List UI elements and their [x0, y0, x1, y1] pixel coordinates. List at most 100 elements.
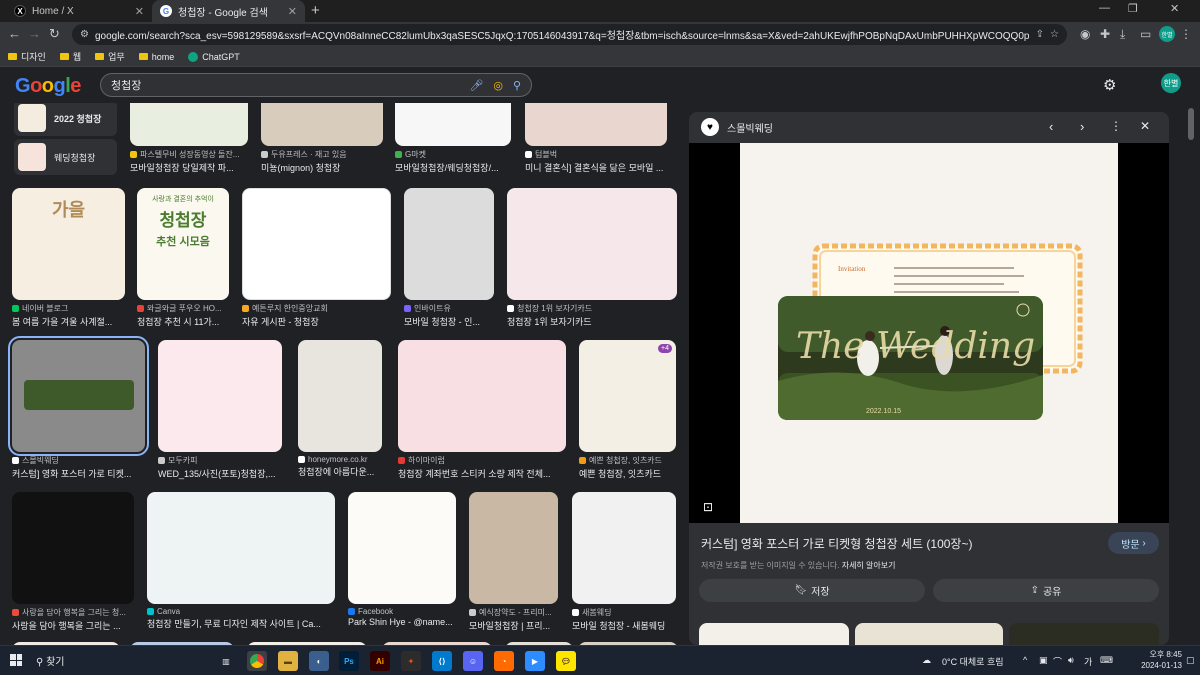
result-title: 모바일청첩장/웨딩청첩장/...: [395, 163, 499, 173]
photos-app-icon[interactable]: ◐: [309, 651, 329, 671]
next-image-icon[interactable]: ›: [1080, 119, 1084, 134]
preview-title[interactable]: 커스텀] 영화 포스터 가로 티켓형 청첩장 세트 (100장~): [701, 535, 972, 552]
image-result[interactable]: 모두카피 WED_135/사진(포토)청첩장,...: [158, 340, 282, 480]
download-icon[interactable]: ⤓: [1120, 27, 1125, 42]
image-result[interactable]: 예식장약도 - 프리미... 모바일청첩장 | 프리...: [469, 492, 558, 632]
lens-icon[interactable]: ◎: [493, 79, 503, 92]
weather-text[interactable]: 0°C 대체로 흐림: [942, 655, 1004, 668]
learn-more-link[interactable]: 자세히 알아보기: [842, 561, 896, 570]
result-title: 예쁜 청첩장, 잇츠카드: [579, 469, 662, 479]
taskbar-search[interactable]: ⚲ 찾기: [36, 653, 65, 668]
sidepanel-icon[interactable]: ▭: [1140, 27, 1151, 41]
minimize-icon[interactable]: —: [1099, 2, 1110, 14]
image-result[interactable]: 두유프레스 · 재고 있음 미뇽(mignon) 청첩장: [261, 103, 383, 174]
close-tab-icon[interactable]: ✕: [288, 5, 297, 18]
vscode-icon[interactable]: ⟨⟩: [432, 651, 452, 671]
discord-icon[interactable]: ☺: [463, 651, 483, 671]
preview-image[interactable]: Invitation The Wedding 2022.10.15 ⊡: [689, 143, 1169, 523]
bookmark-folder[interactable]: 디자인: [8, 50, 46, 63]
image-result-selected[interactable]: 스몰빅웨딩 커스텀] 영화 포스터 가로 티켓...: [8, 336, 149, 480]
image-result[interactable]: 인바이트유 모바일 청첩장 - 인...: [404, 188, 494, 328]
tab-google-search[interactable]: G 청첩장 - Google 검색 ✕: [152, 0, 305, 22]
image-result[interactable]: 파스텔무비 성장동영상 돌잔... 모바일청첩장 당일제작 파...: [130, 103, 248, 174]
chrome-menu-icon[interactable]: ⋮: [1180, 27, 1192, 41]
image-result[interactable]: 사랑과 결혼의 추억이 청첩장 추천 시모음 와글와글 푸우오 HO... 청첩…: [137, 188, 229, 328]
image-result[interactable]: 사랑을 담아 행복을 그리는 청... 사랑을 담아 행복을 그리는 ...: [12, 492, 134, 632]
related-image-thumb[interactable]: [699, 623, 849, 645]
previous-image-icon[interactable]: ‹: [1049, 119, 1053, 134]
image-result[interactable]: Facebook Park Shin Hye - @name...: [348, 492, 456, 627]
visit-button[interactable]: 방문 ›: [1108, 532, 1159, 554]
image-result[interactable]: 하이마이럽 청첩장 계좌번호 스티커 소량 제작 전체...: [398, 340, 566, 480]
related-search-chip[interactable]: 2022 청첩장: [14, 103, 117, 136]
reload-icon[interactable]: ↻: [49, 26, 60, 42]
page-scrollbar[interactable]: [1188, 103, 1194, 643]
browser-app-icon[interactable]: ◔: [494, 651, 514, 671]
close-window-icon[interactable]: ✕: [1170, 2, 1179, 15]
profile-avatar[interactable]: 한별: [1159, 26, 1175, 42]
ime-mode-icon[interactable]: ⌨: [1100, 655, 1113, 666]
kakaotalk-icon[interactable]: 💬︎: [556, 651, 576, 671]
share-button[interactable]: ⇪ 공유: [933, 579, 1159, 602]
close-tab-icon[interactable]: ✕: [135, 5, 144, 18]
bookmark-folder[interactable]: 업무: [95, 50, 125, 63]
related-image-thumb[interactable]: [1009, 623, 1159, 645]
address-bar[interactable]: ⚙ google.com/search?sca_esv=598129589&sx…: [72, 24, 1067, 45]
site-info-icon[interactable]: ⚙: [80, 29, 89, 40]
save-button[interactable]: 🔖︎ 저장: [699, 579, 925, 602]
result-source: Facebook: [358, 607, 394, 616]
bookmark-folder[interactable]: 웹: [59, 50, 81, 63]
bookmark-star-icon[interactable]: ☆: [1050, 29, 1059, 40]
preview-site-name[interactable]: 스몰빅웨딩: [727, 120, 773, 135]
image-result[interactable]: 청첩장 1위 보자기카드 청첩장 1위 보자기카드: [507, 188, 677, 328]
related-search-chip[interactable]: 웨딩청첩장: [14, 139, 117, 175]
more-options-icon[interactable]: ⋮: [1110, 119, 1122, 133]
taskbar-clock[interactable]: 오후 8:45 2024-01-13: [1128, 649, 1182, 671]
forward-icon[interactable]: →: [28, 26, 41, 41]
camera-icon[interactable]: ◉: [1080, 27, 1090, 41]
weather-icon[interactable]: ☁: [922, 655, 931, 666]
clock-date: 2024-01-13: [1141, 661, 1182, 670]
settings-gear-icon[interactable]: ⚙: [1103, 76, 1116, 94]
restore-icon[interactable]: ❐: [1128, 2, 1138, 15]
chrome-app-icon[interactable]: [247, 651, 267, 671]
search-input[interactable]: [111, 79, 460, 91]
file-explorer-icon[interactable]: ▬: [278, 651, 298, 671]
image-result[interactable]: +4 예쁜 청첩장, 잇츠카드 예쁜 청첩장, 잇츠카드: [579, 340, 676, 480]
zoom-icon[interactable]: ▶: [525, 651, 545, 671]
lens-search-icon[interactable]: ⊡: [703, 500, 713, 514]
extensions-icon[interactable]: ✚: [1100, 27, 1110, 41]
image-result[interactable]: Canva 청첩장 만들기, 무료 디자인 제작 사이트 | Ca...: [147, 492, 335, 630]
bookmark-chatgpt[interactable]: ChatGPT: [188, 51, 240, 62]
windows-start-icon[interactable]: [10, 654, 22, 666]
new-tab-icon[interactable]: +: [311, 2, 320, 19]
account-avatar[interactable]: 한별: [1161, 73, 1181, 93]
illustrator-icon[interactable]: Ai: [370, 651, 390, 671]
ime-korean-icon[interactable]: 가: [1084, 655, 1092, 668]
image-result[interactable]: 새봄웨딩 모바일 청첩장 - 새봄웨딩: [572, 492, 676, 632]
image-result[interactable]: 예튼루지 한인중앙교회 자유 게시판 - 청첩장: [242, 188, 391, 328]
volume-icon[interactable]: 🔊︎: [1068, 655, 1074, 666]
search-icon[interactable]: ⚲: [513, 79, 521, 92]
task-view-icon[interactable]: ▥: [216, 651, 236, 671]
image-result[interactable]: 텀블벅 미니 결혼식] 결혼식을 닮은 모바일 ...: [525, 103, 667, 174]
figma-icon[interactable]: ✦: [401, 651, 421, 671]
tray-expand-icon[interactable]: ^: [1023, 655, 1027, 665]
scrollbar-thumb[interactable]: [1188, 108, 1194, 140]
image-result[interactable]: honeymore.co.kr 청첩장에 아름다운...: [298, 340, 382, 478]
photoshop-icon[interactable]: Ps: [339, 651, 359, 671]
share-icon[interactable]: ⇪: [1036, 29, 1044, 40]
google-logo[interactable]: Google: [15, 75, 81, 98]
bookmark-folder[interactable]: home: [138, 52, 174, 62]
close-preview-icon[interactable]: ✕: [1140, 119, 1150, 133]
tab-x-home[interactable]: X Home / X ✕: [6, 0, 152, 22]
image-result[interactable]: G마켓 모바일청첩장/웨딩청첩장/...: [395, 103, 511, 174]
back-icon[interactable]: ←: [8, 26, 21, 41]
microphone-icon[interactable]: 🎤︎: [469, 79, 483, 92]
result-source: 새봄웨딩: [582, 608, 612, 617]
network-icon[interactable]: ⌒: [1053, 655, 1062, 668]
tray-app-icon[interactable]: ▣: [1039, 655, 1048, 666]
image-result[interactable]: 가을 네이버 블로그 봄 여름 가을 겨울 사계절...: [12, 188, 125, 328]
related-image-thumb[interactable]: [855, 623, 1003, 645]
notification-icon[interactable]: ▢: [1186, 655, 1195, 666]
